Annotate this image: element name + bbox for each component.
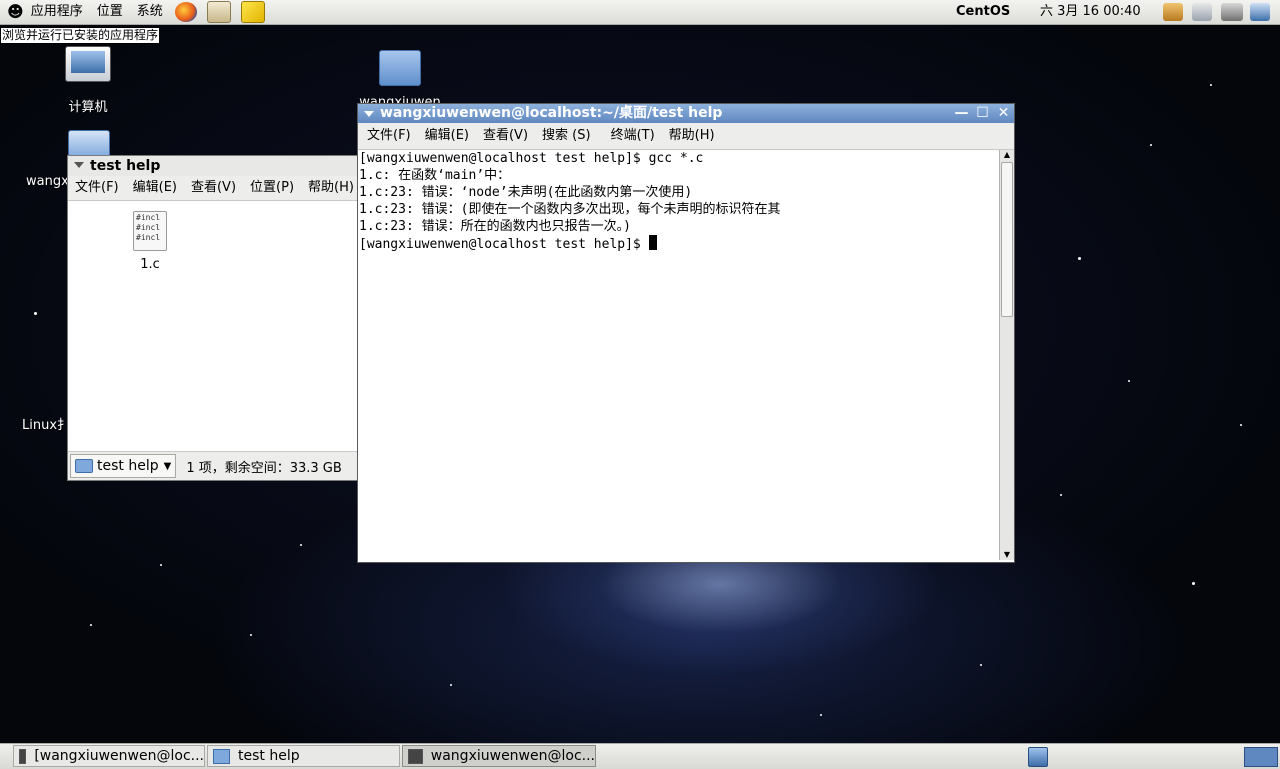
menu-places[interactable]: 位置(P): [243, 176, 301, 200]
terminal-line: 1.c:23: 错误：所在的函数内也只报告一次。): [359, 219, 631, 234]
menu-view[interactable]: 查看(V): [184, 176, 243, 200]
terminal-menubar: 文件(F) 编辑(E) 查看(V) 搜索 (S) 终端(T) 帮助(H): [358, 123, 1014, 150]
menu-help[interactable]: 帮助(H): [301, 176, 357, 200]
terminal-icon: [19, 748, 27, 764]
menu-edit[interactable]: 编辑(E): [418, 123, 476, 149]
menu-edit[interactable]: 编辑(E): [126, 176, 184, 200]
update-icon[interactable]: [1163, 3, 1183, 21]
window-menu-icon[interactable]: [74, 162, 84, 168]
task-label: [wangxiuwenwen@loc...: [34, 748, 204, 764]
text-cursor: [648, 235, 657, 250]
network-status-icon[interactable]: [1250, 3, 1270, 21]
taskbar: [wangxiuwenwen@loc... test help wangxiuw…: [0, 743, 1280, 769]
terminal-prompt: [wangxiuwenwen@localhost test help]$: [359, 237, 649, 252]
terminal-output[interactable]: [wangxiuwenwen@localhost test help]$ gcc…: [358, 150, 999, 560]
status-text: 1 项，剩余空间：33.3 GB: [186, 460, 342, 476]
window-title: wangxiuwenwen@localhost:~/桌面/test help: [380, 105, 723, 121]
file-item[interactable]: #incl #incl #incl 1.c: [123, 211, 177, 272]
menu-search[interactable]: 搜索 (S): [535, 123, 598, 149]
task-terminal-2[interactable]: wangxiuwenwen@loc...: [402, 745, 596, 767]
folder-icon: [379, 50, 421, 86]
firefox-icon[interactable]: [174, 2, 197, 22]
c-source-file-icon: #incl #incl #incl: [133, 211, 167, 251]
tooltip: 浏览并运行已安装的应用程序: [0, 27, 161, 44]
mail-client-icon[interactable]: [206, 1, 231, 23]
places-menu[interactable]: 位置: [90, 0, 130, 24]
task-label: test help: [238, 748, 300, 764]
location-label: test help: [97, 458, 159, 474]
network-manager-icon[interactable]: [1192, 3, 1212, 21]
scroll-up-icon[interactable]: ▲: [1000, 150, 1014, 160]
distro-label: CentOS: [956, 4, 1011, 19]
home-folder-icon: [68, 130, 110, 158]
minimize-icon[interactable]: —: [953, 105, 970, 122]
terminal-line: 1.c:23: 错误：(即使在一个函数内多次出现，每个未声明的标识符在其: [359, 202, 781, 217]
desktop-icon-computer[interactable]: 计算机: [58, 46, 118, 115]
file-name: 1.c: [140, 257, 160, 272]
terminal-line: [wangxiuwenwen@localhost test help]$ gcc…: [359, 151, 704, 166]
file-manager-window[interactable]: test help 文件(F) 编辑(E) 查看(V) 位置(P) 帮助(H) …: [67, 155, 358, 481]
scroll-down-icon[interactable]: ▼: [1000, 550, 1014, 560]
menu-view[interactable]: 查看(V): [476, 123, 535, 149]
terminal-titlebar[interactable]: wangxiuwenwen@localhost:~/桌面/test help —…: [358, 104, 1014, 123]
desktop-icon-folder[interactable]: wangxiuwen: [358, 50, 442, 104]
maximize-icon[interactable]: ☐: [974, 105, 991, 122]
file-manager-statusbar: test help ▼ 1 项，剩余空间：33.3 GB: [68, 451, 357, 480]
menu-help[interactable]: 帮助(H): [662, 123, 722, 149]
trash-icon[interactable]: [1028, 747, 1048, 767]
system-menu[interactable]: 系统: [130, 0, 170, 24]
folder-icon: [213, 748, 230, 764]
window-title: test help: [90, 158, 161, 174]
terminal-line: 1.c:23: 错误：‘node’未声明(在此函数内第一次使用): [359, 185, 693, 200]
applications-menu[interactable]: 应用程序: [31, 0, 90, 24]
menu-terminal[interactable]: 终端(T): [604, 123, 662, 149]
window-menu-icon[interactable]: [364, 111, 374, 117]
menu-file[interactable]: 文件(F): [360, 123, 418, 149]
task-terminal-1[interactable]: [wangxiuwenwen@loc...: [13, 745, 205, 767]
task-file-manager[interactable]: test help: [207, 745, 400, 767]
location-dropdown[interactable]: test help ▼: [70, 454, 177, 478]
chevron-down-icon: ▼: [163, 460, 172, 472]
top-panel: ☻ 应用程序 位置 系统 CentOS 六 3月 16 00:40: [0, 0, 1280, 25]
terminal-prompt-line: [wangxiuwenwen@localhost test help]$: [359, 235, 999, 253]
desktop-icon-linux[interactable]: Linux扌: [22, 414, 72, 433]
scrollbar-thumb[interactable]: [1001, 162, 1013, 317]
workspace-switcher[interactable]: [1244, 747, 1278, 767]
desktop-icon-label: Linux扌: [22, 418, 71, 433]
text-editor-icon[interactable]: [240, 1, 265, 23]
file-manager-titlebar[interactable]: test help: [68, 156, 357, 176]
file-manager-menubar: 文件(F) 编辑(E) 查看(V) 位置(P) 帮助(H): [68, 176, 357, 201]
terminal-line: 1.c: 在函数‘main’中：: [359, 168, 511, 183]
folder-icon: [75, 459, 93, 473]
terminal-window[interactable]: wangxiuwenwen@localhost:~/桌面/test help —…: [357, 103, 1015, 563]
volume-icon[interactable]: [1221, 3, 1243, 21]
task-label: wangxiuwenwen@loc...: [430, 748, 595, 764]
gnome-foot-icon[interactable]: ☻: [0, 0, 31, 24]
clock[interactable]: 六 3月 16 00:40: [1040, 0, 1141, 24]
close-icon[interactable]: ✕: [995, 105, 1012, 122]
menu-file[interactable]: 文件(F): [68, 176, 126, 200]
terminal-scrollbar[interactable]: ▲ ▼: [999, 150, 1014, 560]
terminal-icon: [408, 748, 423, 764]
desktop-icon-label: 计算机: [68, 100, 108, 115]
computer-icon: [65, 46, 111, 82]
